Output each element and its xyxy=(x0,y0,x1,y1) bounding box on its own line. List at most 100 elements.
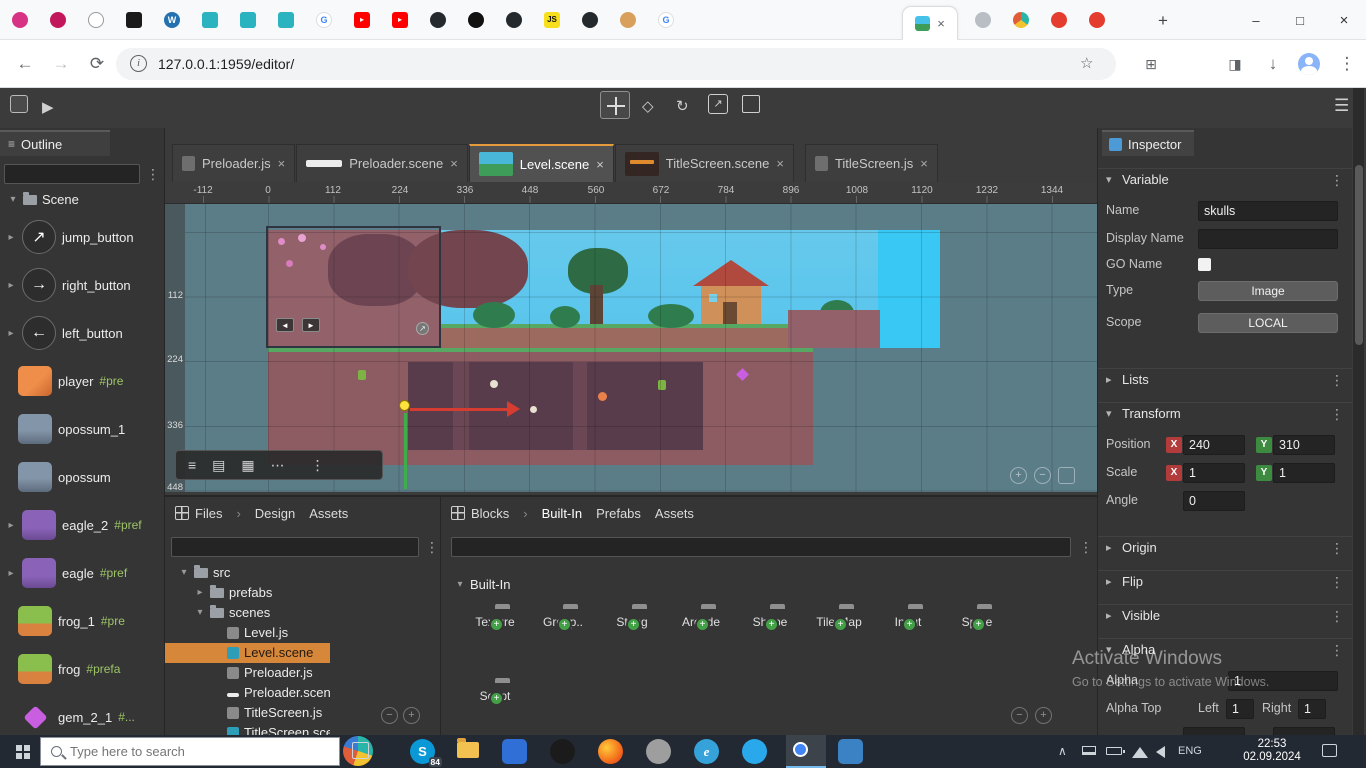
section-transform[interactable]: ▾ Transform ⋮ xyxy=(1098,402,1352,424)
start-button[interactable] xyxy=(16,745,22,751)
active-browser-tab[interactable]: × xyxy=(902,6,958,40)
tray-chevron-up-icon[interactable]: ∧ xyxy=(1058,744,1067,758)
zoom-out-icon[interactable]: − xyxy=(381,707,398,724)
close-icon[interactable]: × xyxy=(596,157,604,172)
downloads-icon[interactable]: ↓ xyxy=(1260,53,1286,75)
tab-titlescreen-scene[interactable]: TitleScreen.scene × xyxy=(615,144,794,182)
export-tool-button[interactable]: ↗ xyxy=(708,94,728,114)
tab-built-in[interactable]: Built-In xyxy=(542,506,582,521)
tab-preloader-js[interactable]: Preloader.js × xyxy=(172,144,295,182)
scene-canvas[interactable]: -112 0 112 224 336 448 560 672 784 896 1… xyxy=(165,182,1097,492)
name-input[interactable] xyxy=(1198,201,1338,221)
chevron-down-icon[interactable]: ▾ xyxy=(179,563,189,583)
file-tree-preloader-scene[interactable]: Preloader.scene xyxy=(165,683,330,703)
tray-laptop-icon[interactable] xyxy=(1082,746,1096,755)
site-info-icon[interactable]: i xyxy=(130,55,147,72)
extensions-icon[interactable]: ⊞ xyxy=(1138,53,1164,75)
tab-preloader-scene[interactable]: Preloader.scene × xyxy=(296,144,468,182)
outline-item-eagle[interactable]: ▸ eagle #pref xyxy=(0,549,165,597)
file-tree-level-js[interactable]: Level.js xyxy=(165,623,330,643)
tab-blocks[interactable]: Blocks xyxy=(451,506,509,521)
close-icon[interactable]: × xyxy=(920,156,928,171)
section-visible[interactable]: ▸ Visible ⋮ xyxy=(1098,604,1352,626)
chevron-right-icon[interactable]: ▸ xyxy=(6,328,16,339)
alpha-top-left-input[interactable] xyxy=(1226,699,1254,719)
outline-item-gem-2-1[interactable]: gem_2_1 #... xyxy=(0,693,165,735)
chevron-down-icon[interactable]: ▾ xyxy=(455,575,465,595)
files-search-input[interactable] xyxy=(171,537,419,557)
internet-explorer-taskbar-icon[interactable]: e xyxy=(694,739,719,764)
new-tab-button[interactable]: + xyxy=(1152,10,1174,32)
outline-item-frog-1[interactable]: frog_1 #pre xyxy=(0,597,165,645)
youtube-favicon-1[interactable]: ▸ xyxy=(354,12,370,28)
chevron-right-icon[interactable]: ▸ xyxy=(6,232,16,243)
tab-assets[interactable]: Assets xyxy=(655,506,694,521)
kebab-icon[interactable]: ⋮ xyxy=(311,457,325,474)
close-tab-icon[interactable]: × xyxy=(937,16,945,31)
google-favicon[interactable]: G xyxy=(316,12,332,28)
kebab-icon[interactable]: ⋮ xyxy=(1330,372,1344,389)
gizmo-y-axis[interactable] xyxy=(404,413,407,489)
window-close-button[interactable]: × xyxy=(1322,0,1366,40)
blocks-search-input[interactable] xyxy=(451,537,1071,557)
file-tree-prefabs[interactable]: ▸ prefabs xyxy=(165,583,330,603)
outline-item-opossum-1[interactable]: opossum_1 xyxy=(0,405,165,453)
scrollbar-thumb[interactable] xyxy=(1355,165,1363,345)
tab-favicon-black-square[interactable] xyxy=(126,12,142,28)
telegram-taskbar-icon[interactable] xyxy=(742,739,767,764)
tray-battery-icon[interactable] xyxy=(1106,747,1122,755)
tab-favicon-circle[interactable] xyxy=(88,12,104,28)
tray-clock[interactable]: 22:53 02.09.2024 xyxy=(1237,738,1307,764)
play-button[interactable]: ▶ xyxy=(42,98,54,116)
profile-avatar[interactable] xyxy=(1298,53,1320,75)
tab-favicon-tan[interactable] xyxy=(620,12,636,28)
selection-rectangle[interactable] xyxy=(266,226,441,348)
chevron-right-icon[interactable]: ▸ xyxy=(6,568,16,579)
block-item-shape[interactable]: + Shape xyxy=(736,609,804,629)
block-item-string[interactable]: + String xyxy=(598,609,666,629)
grid-icon[interactable]: ▦ xyxy=(241,457,254,474)
reddit-favicon-2[interactable] xyxy=(1089,12,1105,28)
bookmark-star-icon[interactable]: ☆ xyxy=(1080,54,1093,72)
angle-input[interactable] xyxy=(1183,491,1245,511)
scale-x-input[interactable] xyxy=(1183,463,1245,483)
outline-item-right-button[interactable]: ▸ → right_button xyxy=(0,261,165,309)
block-item-input[interactable]: + Input xyxy=(874,609,942,629)
tab-titlescreen-js[interactable]: TitleScreen.js × xyxy=(805,144,938,182)
chrome-taskbar-icon-active[interactable] xyxy=(786,735,826,768)
reddit-favicon-1[interactable] xyxy=(1051,12,1067,28)
align-icon[interactable]: ≡ xyxy=(188,457,196,473)
block-item-texture[interactable]: + Texture xyxy=(461,609,529,629)
chevron-down-icon[interactable]: ▾ xyxy=(8,190,18,210)
zoom-out-icon[interactable]: − xyxy=(1011,707,1028,724)
zoom-in-icon[interactable]: + xyxy=(403,707,420,724)
file-explorer-taskbar-icon[interactable] xyxy=(457,742,479,758)
zoom-in-icon[interactable]: + xyxy=(1035,707,1052,724)
outline-item-jump-button[interactable]: ▸ ↗ jump_button xyxy=(0,213,165,261)
panel-icon[interactable]: ▤ xyxy=(212,457,225,474)
tab-favicon-crimson[interactable] xyxy=(50,12,66,28)
github-desktop-taskbar-icon[interactable] xyxy=(646,739,671,764)
forward-icon[interactable]: → xyxy=(48,53,74,75)
editor-logo-icon[interactable] xyxy=(10,95,28,113)
chevron-right-icon[interactable]: ▸ xyxy=(6,280,16,291)
blocks-kebab-icon[interactable]: ⋮ xyxy=(1079,539,1093,556)
scale-y-input[interactable] xyxy=(1273,463,1335,483)
vscode-taskbar-icon[interactable] xyxy=(838,739,863,764)
reload-icon[interactable]: ⟳ xyxy=(84,53,110,75)
github-favicon-1[interactable] xyxy=(430,12,446,28)
inspector-header-tab[interactable]: Inspector xyxy=(1102,130,1194,156)
outline-root-scene[interactable]: ▾ Scene xyxy=(0,190,165,210)
url-input[interactable] xyxy=(158,52,1018,76)
kebab-icon[interactable]: ⋮ xyxy=(1330,574,1344,591)
refresh-tool-button[interactable]: ↻ xyxy=(676,97,689,115)
alpha-input[interactable] xyxy=(1228,671,1338,691)
gizmo-origin-handle[interactable] xyxy=(399,400,410,411)
ellipsis-icon[interactable]: ⋯ xyxy=(271,457,285,474)
speaker-favicon[interactable] xyxy=(975,12,991,28)
display-name-input[interactable] xyxy=(1198,229,1338,249)
task-view-button[interactable] xyxy=(352,742,369,759)
position-x-input[interactable] xyxy=(1183,435,1245,455)
gizmo-x-axis[interactable] xyxy=(410,408,507,411)
kebab-icon[interactable]: ⋮ xyxy=(1330,608,1344,625)
